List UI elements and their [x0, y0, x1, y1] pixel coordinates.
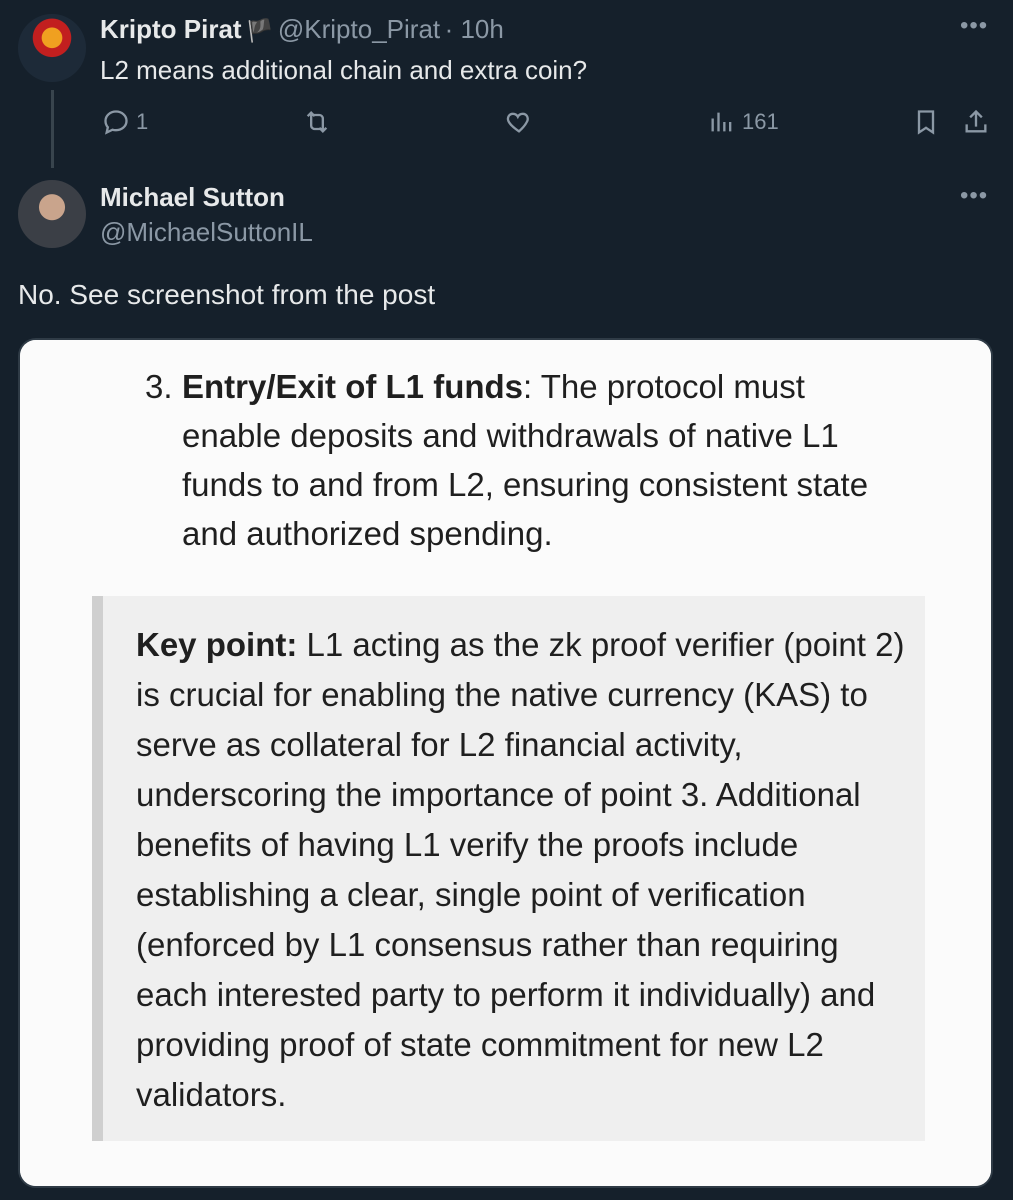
like-icon — [506, 112, 529, 133]
bookmark-button[interactable] — [912, 108, 940, 136]
reply-text: L2 means additional chain and extra coin… — [100, 55, 588, 85]
key-point-label: Key point: — [136, 626, 298, 663]
more-icon[interactable]: ••• — [960, 12, 988, 40]
reply-time[interactable]: · 10h — [445, 14, 504, 44]
reply-icon — [104, 110, 128, 135]
tweet-text: No. See screenshot from the post — [18, 279, 436, 310]
views-count: 161 — [742, 109, 779, 134]
tweet-author-name[interactable]: Michael Sutton — [100, 182, 285, 213]
share-button[interactable] — [962, 108, 990, 136]
views-icon — [711, 112, 732, 132]
key-point-body: L1 acting as the zk proof verifier (poin… — [136, 626, 905, 1113]
item-number: 3. — [145, 368, 173, 405]
reply-author-name[interactable]: Kripto Pirat — [100, 14, 242, 44]
reply-count: 1 — [136, 109, 149, 134]
reply-header: Kripto Pirat 🏴 @Kripto_Pirat · 10h — [100, 14, 504, 45]
more-icon[interactable]: ••• — [960, 182, 988, 210]
tweet-author-handle[interactable]: @MichaelSuttonIL — [100, 217, 313, 248]
bookmark-icon — [917, 110, 935, 135]
pirate-flag-icon: 🏴 — [246, 18, 274, 43]
views-button[interactable]: 161 — [708, 108, 779, 136]
key-point-blockquote: Key point: L1 acting as the zk proof ver… — [92, 596, 925, 1141]
attached-image[interactable]: 3. Entry/Exit of L1 funds: The protocol … — [18, 338, 993, 1188]
avatar-kripto-pirat[interactable] — [18, 14, 86, 82]
screenshot-content: 3. Entry/Exit of L1 funds: The protocol … — [20, 340, 991, 1186]
key-point-text: Key point: L1 acting as the zk proof ver… — [136, 620, 916, 1120]
item-body: Entry/Exit of L1 funds: The protocol mus… — [182, 362, 905, 558]
reply-button[interactable]: 1 — [102, 108, 148, 136]
retweet-button[interactable] — [303, 108, 337, 136]
numbered-item: 3. Entry/Exit of L1 funds: The protocol … — [145, 362, 905, 558]
retweet-icon — [306, 111, 328, 133]
reply-author-handle[interactable]: @Kripto_Pirat — [278, 14, 440, 44]
item-title: Entry/Exit of L1 funds — [182, 368, 524, 405]
share-icon — [965, 109, 987, 133]
reply-actions: 1 161 — [0, 108, 1013, 142]
like-button[interactable] — [505, 108, 539, 136]
avatar-michael-sutton[interactable] — [18, 180, 86, 248]
